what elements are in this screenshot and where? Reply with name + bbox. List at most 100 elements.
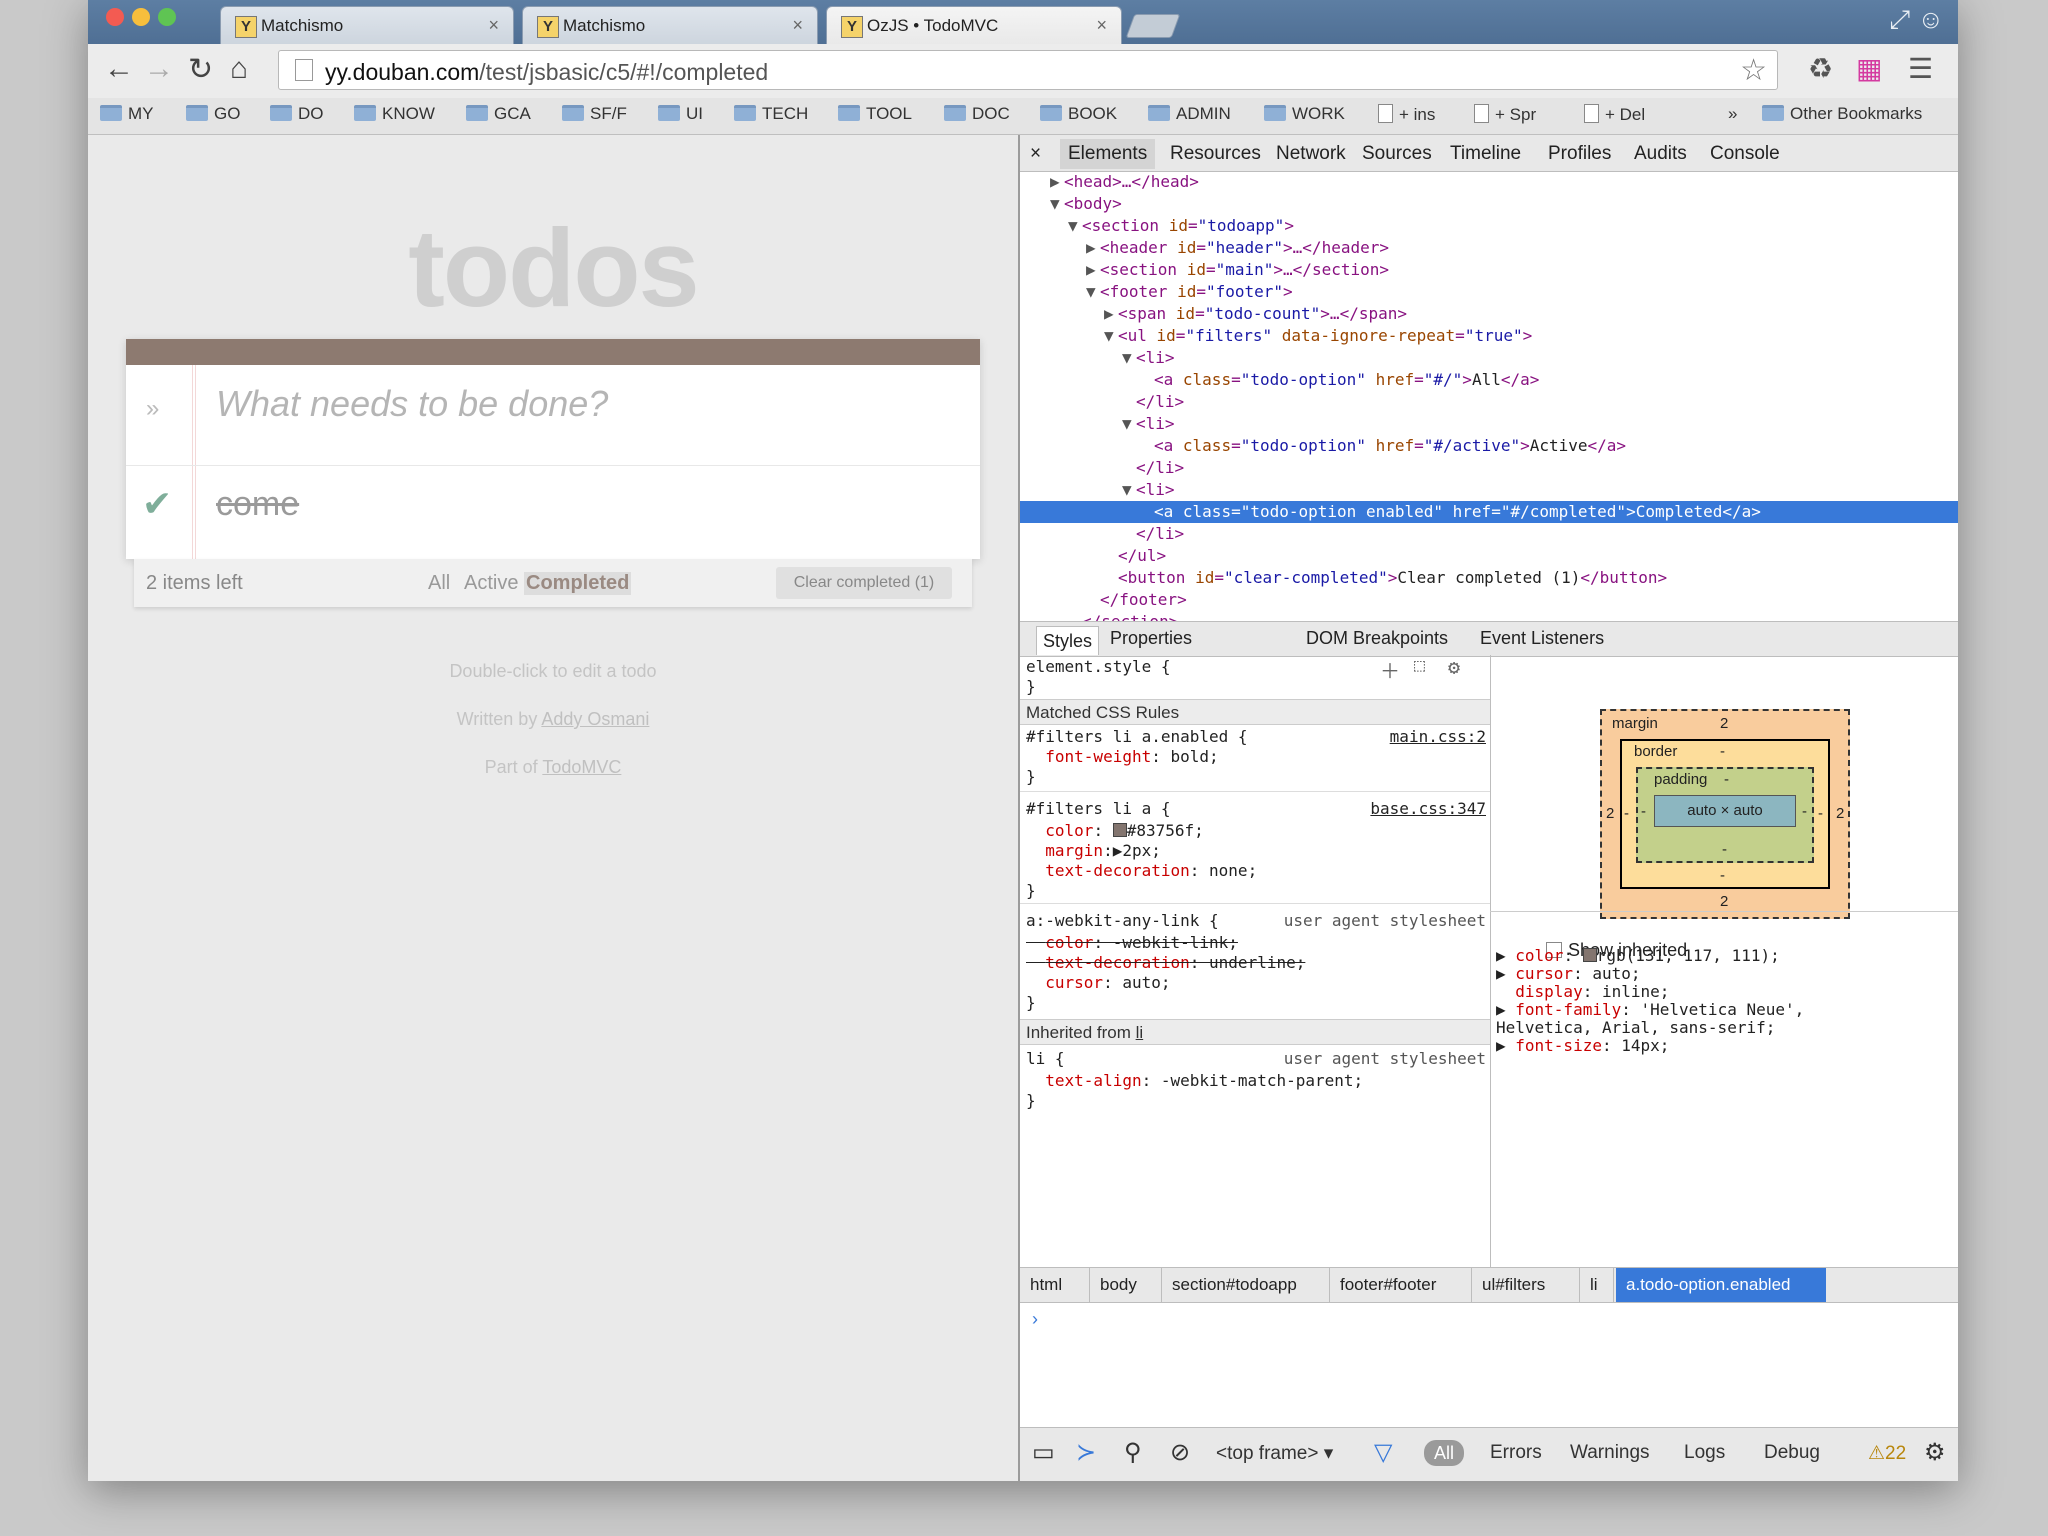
bookmark-page[interactable]: + Spr	[1474, 104, 1536, 125]
computed-property[interactable]: ▶ font-size: 14px;	[1496, 1036, 1669, 1056]
checkmark-icon[interactable]: ✔	[142, 483, 172, 525]
crumb-li[interactable]: li	[1580, 1268, 1614, 1302]
tab-elements[interactable]: Elements	[1060, 139, 1156, 169]
frame-selector[interactable]: <top frame> ▾	[1216, 1442, 1333, 1465]
bookmark-folder[interactable]: GCA	[466, 104, 531, 124]
border-bottom-value[interactable]: -	[1720, 867, 1725, 884]
css-property-overridden[interactable]: color: -webkit-link;	[1026, 933, 1238, 953]
bookmark-folder[interactable]: SF/F	[562, 104, 627, 124]
dom-node[interactable]: ▶ <header id="header">…</header>	[1086, 237, 1958, 259]
gear-icon[interactable]: ⚙	[1448, 655, 1460, 679]
todo-item-label[interactable]: come	[216, 485, 299, 524]
search-icon[interactable]: ⚲	[1124, 1438, 1142, 1467]
filter-debug-button[interactable]: Debug	[1764, 1442, 1820, 1464]
show-console-icon[interactable]: ≻	[1076, 1438, 1096, 1467]
color-picker-extension-icon[interactable]: ▦	[1856, 52, 1882, 85]
css-property-overridden[interactable]: text-decoration: underline;	[1026, 953, 1305, 973]
bookmark-folder[interactable]: GO	[186, 104, 240, 124]
toggle-all-icon[interactable]: »	[146, 395, 159, 423]
bookmark-folder[interactable]: UI	[658, 104, 703, 124]
menu-icon[interactable]: ☰	[1908, 52, 1933, 85]
dom-node[interactable]: ▼ <body>	[1050, 193, 1958, 215]
bookmark-folder[interactable]: DOC	[944, 104, 1010, 124]
css-property[interactable]: color: #83756f;	[1026, 821, 1204, 841]
dock-icon[interactable]: ▭	[1032, 1438, 1055, 1467]
bookmark-page[interactable]: + Del	[1584, 104, 1645, 125]
css-property[interactable]: cursor: auto;	[1026, 973, 1170, 993]
tab-console[interactable]: Console	[1710, 143, 1780, 165]
bookmark-folder[interactable]: DO	[270, 104, 324, 124]
crumb-section[interactable]: section#todoapp	[1162, 1268, 1330, 1302]
dom-node[interactable]: </ul>	[1118, 545, 1958, 567]
add-rule-icon[interactable]: ＋	[1380, 655, 1400, 684]
tab-event-listeners[interactable]: Event Listeners	[1480, 628, 1604, 649]
dom-node[interactable]: <a class="todo-option" href="#/active">A…	[1154, 435, 1958, 457]
devtools-close-icon[interactable]: ×	[1030, 143, 1041, 165]
padding-right-value[interactable]: -	[1802, 803, 1807, 820]
margin-left-value[interactable]: 2	[1606, 805, 1614, 822]
bookmark-folder[interactable]: WORK	[1264, 104, 1345, 124]
clear-console-icon[interactable]: ⊘	[1170, 1438, 1190, 1467]
tab-close-icon[interactable]: ×	[1096, 15, 1107, 36]
bookmark-folder[interactable]: TOOL	[838, 104, 912, 124]
close-window-button[interactable]	[106, 8, 124, 26]
crumb-ul[interactable]: ul#filters	[1472, 1268, 1580, 1302]
dom-node[interactable]: ▶ <head>…</head>	[1050, 171, 1958, 193]
browser-tab-1[interactable]: Y Matchismo ×	[220, 6, 514, 44]
dom-node[interactable]: ▶ <span id="todo-count">…</span>	[1104, 303, 1958, 325]
computed-property[interactable]: ▶ color: rgb(131, 117, 111);	[1496, 946, 1780, 966]
author-link[interactable]: Addy Osmani	[541, 709, 649, 729]
dom-node[interactable]: </li>	[1136, 457, 1958, 479]
dom-node[interactable]: ▶ <section id="main">…</section>	[1086, 259, 1958, 281]
border-left-value[interactable]: -	[1624, 805, 1629, 822]
inherited-li-link[interactable]: li	[1136, 1023, 1144, 1042]
tab-audits[interactable]: Audits	[1634, 143, 1687, 165]
dom-node[interactable]: </section>	[1082, 611, 1958, 621]
dom-node[interactable]: </footer>	[1100, 589, 1958, 611]
console-prompt[interactable]: ›	[1032, 1309, 1038, 1330]
minimize-window-button[interactable]	[132, 8, 150, 26]
css-property[interactable]: text-align: -webkit-match-parent;	[1026, 1071, 1363, 1091]
computed-property[interactable]: ▶ font-family: 'Helvetica Neue',	[1496, 1000, 1804, 1020]
home-icon[interactable]: ⌂	[230, 52, 248, 86]
todomvc-link[interactable]: TodoMVC	[542, 757, 621, 777]
address-bar[interactable]: yy.douban.com/test/jsbasic/c5/#!/complet…	[278, 50, 1778, 90]
recycle-extension-icon[interactable]: ♻	[1808, 52, 1833, 85]
element-style-rule[interactable]: element.style {	[1026, 657, 1171, 677]
filter-errors-button[interactable]: Errors	[1490, 1442, 1542, 1464]
css-selector[interactable]: #filters li a {	[1026, 799, 1171, 819]
bookmark-folder[interactable]: ADMIN	[1148, 104, 1231, 124]
source-link[interactable]: main.css:2	[1390, 727, 1486, 746]
css-property[interactable]: margin:▶2px;	[1026, 841, 1161, 861]
padding-bottom-value[interactable]: -	[1722, 841, 1727, 858]
dom-node[interactable]: ▼ <li>	[1122, 479, 1958, 501]
computed-property[interactable]: display: inline;	[1496, 982, 1669, 1002]
zoom-window-button[interactable]	[158, 8, 176, 26]
padding-top-value[interactable]: -	[1724, 771, 1729, 788]
new-tab-button[interactable]	[1125, 14, 1181, 38]
dom-node[interactable]: ▼ <footer id="footer">	[1086, 281, 1958, 303]
dom-node[interactable]: ▼ <section id="todoapp">	[1068, 215, 1958, 237]
crumb-footer[interactable]: footer#footer	[1330, 1268, 1472, 1302]
forward-icon[interactable]: →	[144, 52, 174, 86]
tab-resources[interactable]: Resources	[1170, 143, 1261, 165]
console-drawer[interactable]: ›	[1020, 1301, 1958, 1427]
bookmark-folder[interactable]: MY	[100, 104, 154, 124]
tab-sources[interactable]: Sources	[1362, 143, 1432, 165]
css-selector[interactable]: #filters li a.enabled {	[1026, 727, 1248, 747]
settings-gear-icon[interactable]: ⚙	[1924, 1438, 1946, 1467]
dom-node[interactable]: ▼ <li>	[1122, 413, 1958, 435]
filter-completed-link[interactable]: Completed	[524, 572, 632, 595]
warning-count-badge[interactable]: ⚠22	[1868, 1442, 1906, 1465]
filter-active-link[interactable]: Active	[464, 572, 518, 595]
bookmark-star-icon[interactable]: ☆	[1740, 53, 1767, 88]
tab-dom-breakpoints[interactable]: DOM Breakpoints	[1306, 628, 1448, 649]
show-inherited-toggle[interactable]: Show inherited	[1496, 920, 1687, 960]
back-icon[interactable]: ←	[104, 52, 134, 86]
browser-tab-2[interactable]: Y Matchismo ×	[522, 6, 818, 44]
dom-node[interactable]: <button id="clear-completed">Clear compl…	[1118, 567, 1958, 589]
filter-warnings-button[interactable]: Warnings	[1570, 1442, 1650, 1464]
box-model-content[interactable]: auto × auto	[1654, 795, 1796, 827]
reload-icon[interactable]: ↻	[188, 52, 213, 87]
bookmark-folder[interactable]: TECH	[734, 104, 808, 124]
